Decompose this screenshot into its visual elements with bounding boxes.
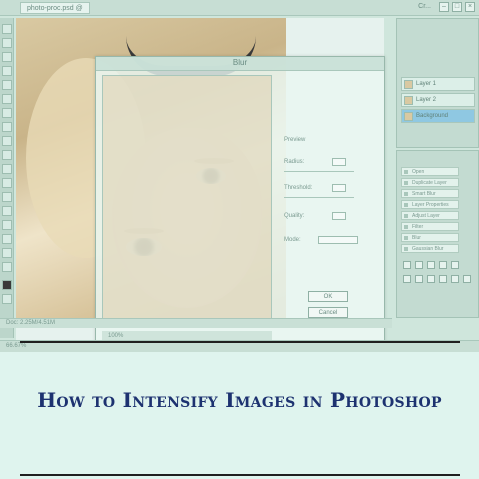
history-item[interactable]: Gaussian Blur (401, 244, 459, 253)
quality-field[interactable] (332, 212, 346, 220)
panel-option-icon[interactable] (403, 261, 411, 269)
layers-panel: Layer 1 Layer 2 Background (396, 18, 479, 148)
layer-row[interactable]: Layer 1 (401, 77, 475, 91)
document-tab[interactable]: photo-proc.psd @ (20, 2, 90, 14)
history-item[interactable]: Filter (401, 222, 459, 231)
history-item[interactable]: Smart Blur (401, 189, 459, 198)
path-select-tool-icon[interactable] (2, 220, 12, 230)
preview-option[interactable]: Preview (284, 137, 305, 143)
shape-preset-icon[interactable] (463, 275, 471, 283)
dialog-options: Preview Radius: Threshold: Quality: Mode… (278, 79, 380, 329)
maximize-icon[interactable]: □ (452, 2, 462, 12)
layer-label: Background (416, 113, 449, 119)
document-status-strip: Doc: 2.25M/4.51M (0, 318, 392, 328)
shape-preset-icon[interactable] (427, 275, 435, 283)
cancel-button[interactable]: Cancel (308, 307, 348, 318)
title-bar: photo-proc.psd @ Cr... – □ × (0, 0, 479, 16)
top-divider (20, 341, 460, 343)
history-panel: Open Duplicate Layer Smart Blur Layer Pr… (396, 150, 479, 318)
layer-row-selected[interactable]: Background (401, 109, 475, 123)
history-item[interactable]: Layer Properties (401, 200, 459, 209)
layer-thumbnail (404, 112, 413, 121)
threshold-slider[interactable] (284, 197, 354, 198)
shape-preset-icon[interactable] (451, 275, 459, 283)
dialog-title-bar: Blur (96, 57, 384, 71)
shape-preset-icon[interactable] (415, 275, 423, 283)
history-item[interactable]: Duplicate Layer (401, 178, 459, 187)
mode-option-label: Mode: (284, 237, 301, 243)
bottom-divider (20, 474, 460, 476)
quality-option-label: Quality: (284, 213, 305, 219)
crop-tool-icon[interactable] (2, 80, 12, 90)
wand-tool-icon[interactable] (2, 66, 12, 76)
panel-option-icon[interactable] (427, 261, 435, 269)
filter-dialog: Blur Preview Radius: Threshold: Quality:… (95, 56, 385, 348)
title-right-text: Cr... (418, 3, 431, 10)
gradient-tool-icon[interactable] (2, 150, 12, 160)
layer-thumbnail (404, 80, 413, 89)
dialog-title: Blur (232, 58, 248, 67)
layer-label: Layer 1 (416, 81, 437, 87)
dodge-tool-icon[interactable] (2, 178, 12, 188)
eyedropper-tool-icon[interactable] (2, 94, 12, 104)
ok-button[interactable]: OK (308, 291, 348, 302)
eraser-tool-icon[interactable] (2, 136, 12, 146)
photoshop-screenshot: photo-proc.psd @ Cr... – □ × Blur Previe… (0, 0, 479, 352)
type-tool-icon[interactable] (2, 206, 12, 216)
history-item[interactable]: Open (401, 167, 459, 176)
radius-slider[interactable] (284, 171, 354, 172)
panel-option-icon[interactable] (439, 261, 447, 269)
layer-thumbnail (404, 96, 413, 105)
zoom-tool-icon[interactable] (2, 262, 12, 272)
threshold-field[interactable] (332, 184, 346, 192)
thumbnail-card: photo-proc.psd @ Cr... – □ × Blur Previe… (0, 0, 479, 479)
shape-preset-icon[interactable] (403, 275, 411, 283)
move-tool-icon[interactable] (2, 24, 12, 34)
zoom-readout: 66.67% (6, 343, 27, 349)
marquee-tool-icon[interactable] (2, 38, 12, 48)
radius-option-label: Radius: (284, 159, 305, 165)
minimize-icon[interactable]: – (439, 2, 449, 12)
shape-preset-icon[interactable] (439, 275, 447, 283)
dialog-preview[interactable] (102, 75, 272, 325)
history-item[interactable]: Blur (401, 233, 459, 242)
layer-label: Layer 2 (416, 97, 437, 103)
lasso-tool-icon[interactable] (2, 52, 12, 62)
background-color-icon[interactable] (2, 294, 12, 304)
pen-tool-icon[interactable] (2, 192, 12, 202)
panel-option-icon[interactable] (415, 261, 423, 269)
close-icon[interactable]: × (465, 2, 475, 12)
stamp-tool-icon[interactable] (2, 122, 12, 132)
tools-panel (0, 18, 14, 338)
page-title: How to Intensify Images in Photoshop (37, 388, 442, 412)
blur-tool-icon[interactable] (2, 164, 12, 174)
foreground-color-icon[interactable] (2, 280, 12, 290)
radius-field[interactable] (332, 158, 346, 166)
layer-row[interactable]: Layer 2 (401, 93, 475, 107)
history-item[interactable]: Adjust Layer (401, 211, 459, 220)
shape-tool-icon[interactable] (2, 234, 12, 244)
hand-tool-icon[interactable] (2, 248, 12, 258)
window-controls: – □ × (439, 2, 475, 12)
mode-select[interactable] (318, 236, 358, 244)
panel-option-icon[interactable] (451, 261, 459, 269)
brush-tool-icon[interactable] (2, 108, 12, 118)
doc-info: Doc: 2.25M/4.51M (6, 320, 56, 326)
threshold-option-label: Threshold: (284, 185, 313, 191)
